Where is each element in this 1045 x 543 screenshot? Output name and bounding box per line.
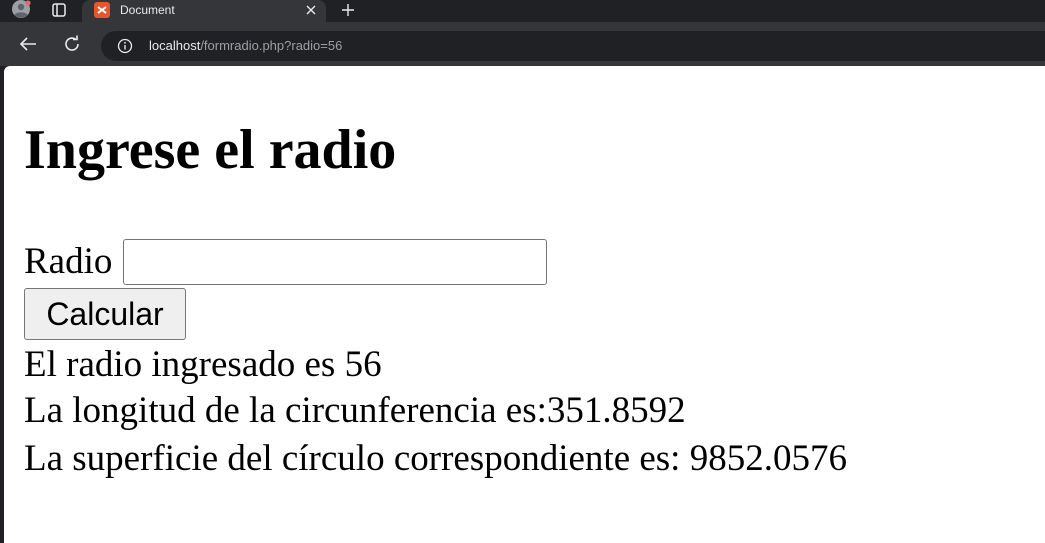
radio-input[interactable] — [123, 239, 548, 285]
address-bar[interactable]: localhost/formradio.php?radio=56 — [101, 31, 1045, 61]
radio-form-row: Radio — [24, 236, 548, 288]
back-arrow-icon[interactable] — [18, 34, 38, 54]
tab-title: Document — [120, 3, 175, 17]
url-path: /formradio.php?radio=56 — [200, 38, 343, 53]
info-icon[interactable] — [117, 38, 133, 54]
result-radio: El radio ingresado es 56 — [24, 344, 382, 385]
plus-icon[interactable] — [339, 1, 357, 19]
tab-strip-icon[interactable] — [50, 1, 68, 19]
result-area: La superficie del círculo correspondient… — [24, 438, 847, 479]
browser-toolbar: localhost/formradio.php?radio=56 — [0, 22, 1045, 66]
profile-avatar-icon[interactable] — [10, 0, 32, 20]
page-title: Ingrese el radio — [24, 119, 397, 181]
tab-document[interactable]: Document — [82, 0, 326, 22]
url-host: localhost — [149, 38, 201, 53]
calcular-button[interactable]: Calcular — [24, 288, 186, 340]
reload-icon[interactable] — [62, 34, 82, 54]
url-text: localhost/formradio.php?radio=56 — [149, 38, 342, 54]
close-icon[interactable] — [304, 3, 318, 17]
tab-bar: Document — [0, 0, 1045, 22]
page-viewport: Ingrese el radio Radio Calcular El radio… — [4, 66, 1045, 543]
radio-label: Radio — [24, 241, 113, 282]
xampp-favicon-icon — [94, 2, 110, 18]
result-circumference: La longitud de la circunferencia es:351.… — [24, 390, 686, 431]
